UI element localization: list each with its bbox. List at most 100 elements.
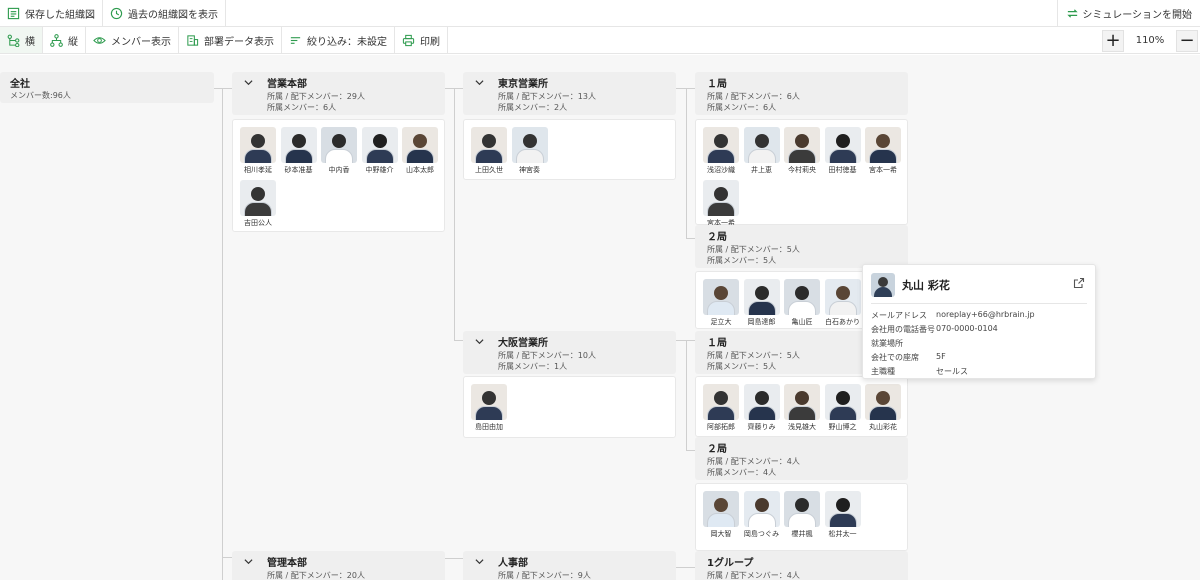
member-name: 相川孝延 bbox=[244, 166, 272, 174]
member-name: 中野雄介 bbox=[365, 166, 394, 174]
member-card[interactable]: 足立大 bbox=[703, 279, 739, 327]
member-name: 山本太郎 bbox=[406, 166, 434, 174]
building-icon bbox=[187, 34, 199, 46]
member-display-button[interactable]: メンバー表示 bbox=[86, 27, 179, 53]
member-card[interactable]: 中内香 bbox=[321, 127, 357, 175]
connector bbox=[686, 450, 695, 451]
avatar bbox=[402, 127, 438, 163]
member-card[interactable]: 山本太郎 bbox=[402, 127, 438, 175]
member-name: 田村徳基 bbox=[828, 166, 857, 174]
top-toolbar: 保存した組織図 過去の組織図を表示 bbox=[0, 0, 1200, 27]
member-card[interactable]: 齊藤りみ bbox=[743, 384, 780, 432]
past-chart-button[interactable]: 過去の組織図を表示 bbox=[103, 0, 226, 26]
member-card[interactable]: 浅見雄大 bbox=[784, 384, 820, 432]
avatar bbox=[703, 279, 739, 315]
member-name: 岡島つぐみ bbox=[743, 530, 780, 538]
org-node-osaka[interactable]: 大阪営業所 所属 / 配下メンバー：10人 所属メンバー：1人 bbox=[463, 331, 676, 374]
avatar bbox=[471, 127, 507, 163]
member-card[interactable]: 宮本一希 bbox=[703, 180, 739, 228]
node-title: ２局 bbox=[707, 443, 727, 455]
dept-data-label: 部署データ表示 bbox=[204, 36, 274, 48]
node-title: ２局 bbox=[707, 231, 727, 243]
member-card[interactable]: 丸山彩花 bbox=[865, 384, 901, 432]
org-node-sales-hq[interactable]: 営業本部 所属 / 配下メンバー：29人 所属メンバー：6人 bbox=[232, 72, 445, 115]
org-node-hr[interactable]: 人事部 所属 / 配下メンバー：9人 bbox=[463, 551, 676, 580]
member-card[interactable]: 岡大智 bbox=[703, 491, 739, 539]
member-card[interactable]: 岡島達郎 bbox=[743, 279, 780, 327]
member-name: 足立大 bbox=[710, 318, 732, 326]
member-card[interactable]: 野山博之 bbox=[824, 384, 861, 432]
org-node-tokyo-2[interactable]: ２局 所属 / 配下メンバー：5人 所属メンバー：5人 bbox=[695, 225, 908, 268]
member-card[interactable]: 岡島つぐみ bbox=[743, 491, 780, 539]
org-node-admin-hq[interactable]: 管理本部 所属 / 配下メンバー：20人 bbox=[232, 551, 445, 580]
connector bbox=[676, 567, 695, 568]
chevron-down-icon[interactable] bbox=[475, 557, 484, 566]
member-card[interactable]: 島田由加 bbox=[471, 384, 507, 432]
org-node-tokyo-1[interactable]: １局 所属 / 配下メンバー：6人 所属メンバー：6人 bbox=[695, 72, 908, 115]
view-toolbar: 横 縦 メンバー表示 部署データ表示 絞り込み：未設定 印刷 bbox=[0, 27, 1200, 54]
chevron-down-icon[interactable] bbox=[475, 78, 484, 87]
member-card[interactable]: 今村莉央 bbox=[784, 127, 820, 175]
member-card[interactable]: 阿部拓郎 bbox=[703, 384, 739, 432]
printer-icon bbox=[402, 34, 415, 46]
node-title: １局 bbox=[707, 337, 727, 349]
horizontal-layout-button[interactable]: 横 bbox=[0, 27, 43, 53]
zoom-control: + 110% − bbox=[1100, 27, 1200, 54]
filter-button[interactable]: 絞り込み：未設定 bbox=[282, 27, 395, 53]
external-link-icon[interactable] bbox=[1073, 277, 1085, 289]
member-name: 上田久世 bbox=[475, 166, 503, 174]
member-card[interactable]: 神宮奏 bbox=[511, 127, 548, 175]
org-chart-canvas[interactable]: 全社 メンバー数:96人 営業本部 所属 / 配下メンバー：29人 所属メンバー… bbox=[0, 55, 1200, 580]
member-card[interactable]: 砂本准基 bbox=[280, 127, 317, 175]
avatar bbox=[511, 127, 548, 163]
member-name: 砂本准基 bbox=[284, 166, 313, 174]
eye-icon bbox=[93, 36, 106, 44]
member-name: 島田由加 bbox=[475, 423, 503, 431]
connector bbox=[222, 88, 223, 580]
print-button[interactable]: 印刷 bbox=[395, 27, 448, 53]
avatar bbox=[784, 127, 820, 163]
org-node-tokyo[interactable]: 東京営業所 所属 / 配下メンバー：13人 所属メンバー：2人 bbox=[463, 72, 676, 115]
popup-avatar bbox=[871, 273, 895, 297]
member-card[interactable]: 井上恵 bbox=[743, 127, 780, 175]
chevron-down-icon[interactable] bbox=[244, 78, 253, 87]
node-direct-count: 所属メンバー：1人 bbox=[498, 362, 568, 371]
member-name: 中内香 bbox=[328, 166, 350, 174]
org-node-group1[interactable]: 1グループ 所属 / 配下メンバー：4人 bbox=[695, 551, 908, 580]
member-list: 上田久世 神宮奏 bbox=[463, 119, 676, 180]
avatar bbox=[784, 491, 820, 527]
member-list: 岡大智 岡島つぐみ 櫻井楓 松井太一 bbox=[695, 483, 908, 551]
zoom-in-button[interactable]: + bbox=[1102, 29, 1124, 52]
horizontal-tree-icon bbox=[7, 34, 20, 47]
member-card[interactable]: 吉田公人 bbox=[240, 180, 276, 228]
member-card[interactable]: 宮本一希 bbox=[865, 127, 901, 175]
chevron-down-icon[interactable] bbox=[244, 557, 253, 566]
popup-divider bbox=[871, 303, 1087, 304]
avatar bbox=[865, 384, 901, 420]
avatar bbox=[743, 491, 780, 527]
avatar bbox=[743, 127, 780, 163]
chevron-down-icon[interactable] bbox=[475, 337, 484, 346]
node-total-count: 所属 / 配下メンバー：4人 bbox=[707, 457, 800, 466]
member-card[interactable]: 中野雄介 bbox=[361, 127, 398, 175]
member-card[interactable]: 上田久世 bbox=[471, 127, 507, 175]
member-card[interactable]: 白石あかり bbox=[824, 279, 861, 327]
member-list: 相川孝延 砂本准基 中内香 中野雄介 山本太郎吉田公人 bbox=[232, 119, 445, 232]
simulation-button[interactable]: シミュレーションを開始 bbox=[1057, 0, 1200, 27]
org-node-osaka-2[interactable]: ２局 所属 / 配下メンバー：4人 所属メンバー：4人 bbox=[695, 437, 908, 480]
dept-data-button[interactable]: 部署データ表示 bbox=[179, 27, 282, 53]
avatar bbox=[240, 127, 276, 163]
org-node-root[interactable]: 全社 メンバー数:96人 bbox=[0, 72, 214, 103]
member-card[interactable]: 相川孝延 bbox=[240, 127, 276, 175]
member-card[interactable]: 亀山匠 bbox=[784, 279, 820, 327]
member-card[interactable]: 櫻井楓 bbox=[784, 491, 820, 539]
member-card[interactable]: 浅沼沙織 bbox=[703, 127, 739, 175]
zoom-out-button[interactable]: − bbox=[1176, 29, 1198, 52]
vertical-layout-button[interactable]: 縦 bbox=[43, 27, 86, 53]
simulation-label: シミュレーションを開始 bbox=[1082, 10, 1192, 21]
saved-chart-button[interactable]: 保存した組織図 bbox=[0, 0, 103, 26]
avatar bbox=[471, 384, 507, 420]
member-card[interactable]: 松井太一 bbox=[824, 491, 861, 539]
member-card[interactable]: 田村徳基 bbox=[824, 127, 861, 175]
node-total-count: 所属 / 配下メンバー：4人 bbox=[707, 571, 800, 580]
